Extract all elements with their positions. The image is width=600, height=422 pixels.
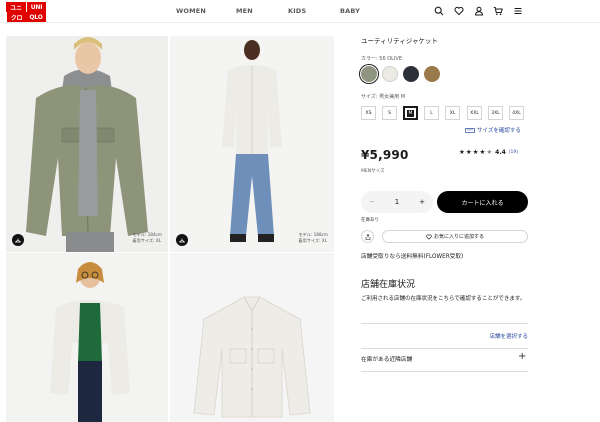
logo-cell: QLO — [26, 12, 46, 22]
uniqlo-logo[interactable]: ユニ UNI クロ QLO — [6, 2, 46, 22]
star-icon: ★ — [459, 148, 465, 156]
product-photo-flat[interactable] — [170, 253, 334, 422]
nav-baby[interactable]: BABY — [340, 7, 360, 15]
share-icon — [365, 233, 370, 240]
size-xl[interactable]: XL — [445, 106, 460, 120]
site-header: ユニ UNI クロ QLO WOMEN MEN KIDS BABY — [0, 0, 600, 23]
size-label: サイズ: 男女兼用 M — [361, 94, 406, 100]
size-xs[interactable]: XS — [361, 106, 376, 120]
favorite-label: お気に入りに追加する — [433, 234, 484, 240]
color-swatch-brown[interactable] — [424, 66, 440, 82]
quantity-stepper: − 1 + — [361, 191, 433, 213]
model-size: 着用サイズ: XL — [132, 238, 162, 243]
product-photo-female-model[interactable] — [6, 253, 168, 422]
quantity-value: 1 — [394, 198, 400, 206]
model-size-note: モデル: 184cm 着用サイズ: XL — [132, 232, 162, 244]
heart-icon — [426, 234, 432, 240]
ruler-icon — [465, 127, 475, 133]
size-l[interactable]: L — [424, 106, 439, 120]
divider — [361, 323, 528, 324]
logo-cell: ユニ — [6, 2, 26, 12]
model-size: 着用サイズ: XL — [298, 238, 328, 243]
heart-icon[interactable] — [454, 6, 464, 16]
size-3xl[interactable]: 3XL — [488, 106, 503, 120]
size-m[interactable]: M — [403, 106, 418, 120]
product-gallery: モデル: 184cm 着用サイズ: XL モデル: 188cm 着用サイズ: X… — [6, 36, 334, 422]
hanger-icon — [15, 238, 21, 243]
view-360-button[interactable] — [176, 234, 188, 246]
color-label: カラー: 56 OLIVE — [361, 56, 403, 62]
user-icon[interactable] — [474, 6, 484, 16]
star-icon: ★ — [479, 148, 486, 156]
star-icon: ★ — [472, 148, 479, 156]
jacket-flat-illustration — [170, 253, 334, 422]
expand-plus-icon[interactable]: + — [518, 351, 526, 362]
nav-women[interactable]: WOMEN — [176, 7, 206, 15]
divider — [361, 348, 528, 349]
nav-men[interactable]: MEN — [236, 7, 253, 15]
add-to-cart-button[interactable]: カートに入れる — [437, 191, 528, 213]
color-swatch-navy[interactable] — [403, 66, 419, 82]
inventory-title: 店舗在庫状況 — [361, 280, 416, 290]
add-to-favorites-button[interactable]: お気に入りに追加する — [382, 230, 528, 243]
nearby-stores-label[interactable]: 在庫がある近隣店舗 — [361, 354, 412, 363]
rating[interactable]: ★ ★ ★ ★ ★ 4.4 (19) — [459, 148, 518, 156]
nav-kids[interactable]: KIDS — [288, 7, 306, 15]
size-guide-text: サイズを確認する — [477, 128, 521, 134]
share-button[interactable] — [361, 230, 374, 243]
logo-cell: UNI — [26, 2, 46, 12]
size-category-note: MENサイズ — [361, 169, 385, 174]
star-icon: ★ — [465, 148, 472, 156]
color-swatch-olive[interactable] — [361, 66, 377, 82]
cart-icon[interactable] — [493, 6, 503, 16]
logo-cell: クロ — [6, 12, 26, 22]
divider — [361, 371, 528, 372]
product-photo-white-model[interactable]: モデル: 188cm 着用サイズ: XL — [170, 36, 334, 252]
quantity-minus-button[interactable]: − — [369, 198, 375, 206]
select-store-link[interactable]: 店舗を選択する — [489, 332, 528, 340]
model-olive-illustration — [6, 36, 168, 252]
size-xxl[interactable]: XXL — [467, 106, 482, 120]
product-price: ¥5,990 — [361, 148, 409, 162]
stock-status: 在庫あり — [361, 218, 379, 223]
size-guide-link[interactable]: サイズを確認する — [465, 126, 521, 134]
size-s[interactable]: S — [382, 106, 397, 120]
size-m-label: M — [406, 109, 415, 117]
rating-count[interactable]: (19) — [509, 150, 518, 155]
product-name: ユーティリティジャケット — [361, 37, 438, 45]
search-icon[interactable] — [434, 6, 444, 16]
rating-value: 4.4 — [495, 148, 506, 156]
size-4xl[interactable]: 4XL — [509, 106, 524, 120]
inventory-description: ご利用される店舗の在庫状況をこちらで確認することができます。 — [361, 296, 526, 302]
model-female-illustration — [6, 253, 168, 422]
color-swatch-off-white[interactable] — [382, 66, 398, 82]
pickup-note: 店舗受取りなら送料無料(FLOWER受取) — [361, 254, 464, 260]
menu-icon[interactable] — [513, 6, 523, 16]
hanger-icon — [179, 238, 185, 243]
model-white-illustration — [170, 36, 334, 252]
view-360-button[interactable] — [12, 234, 24, 246]
model-size-note: モデル: 188cm 着用サイズ: XL — [298, 232, 328, 244]
quantity-plus-button[interactable]: + — [419, 198, 425, 206]
star-half-icon: ★ — [486, 148, 493, 156]
product-photo-olive-model[interactable]: モデル: 184cm 着用サイズ: XL — [6, 36, 168, 252]
